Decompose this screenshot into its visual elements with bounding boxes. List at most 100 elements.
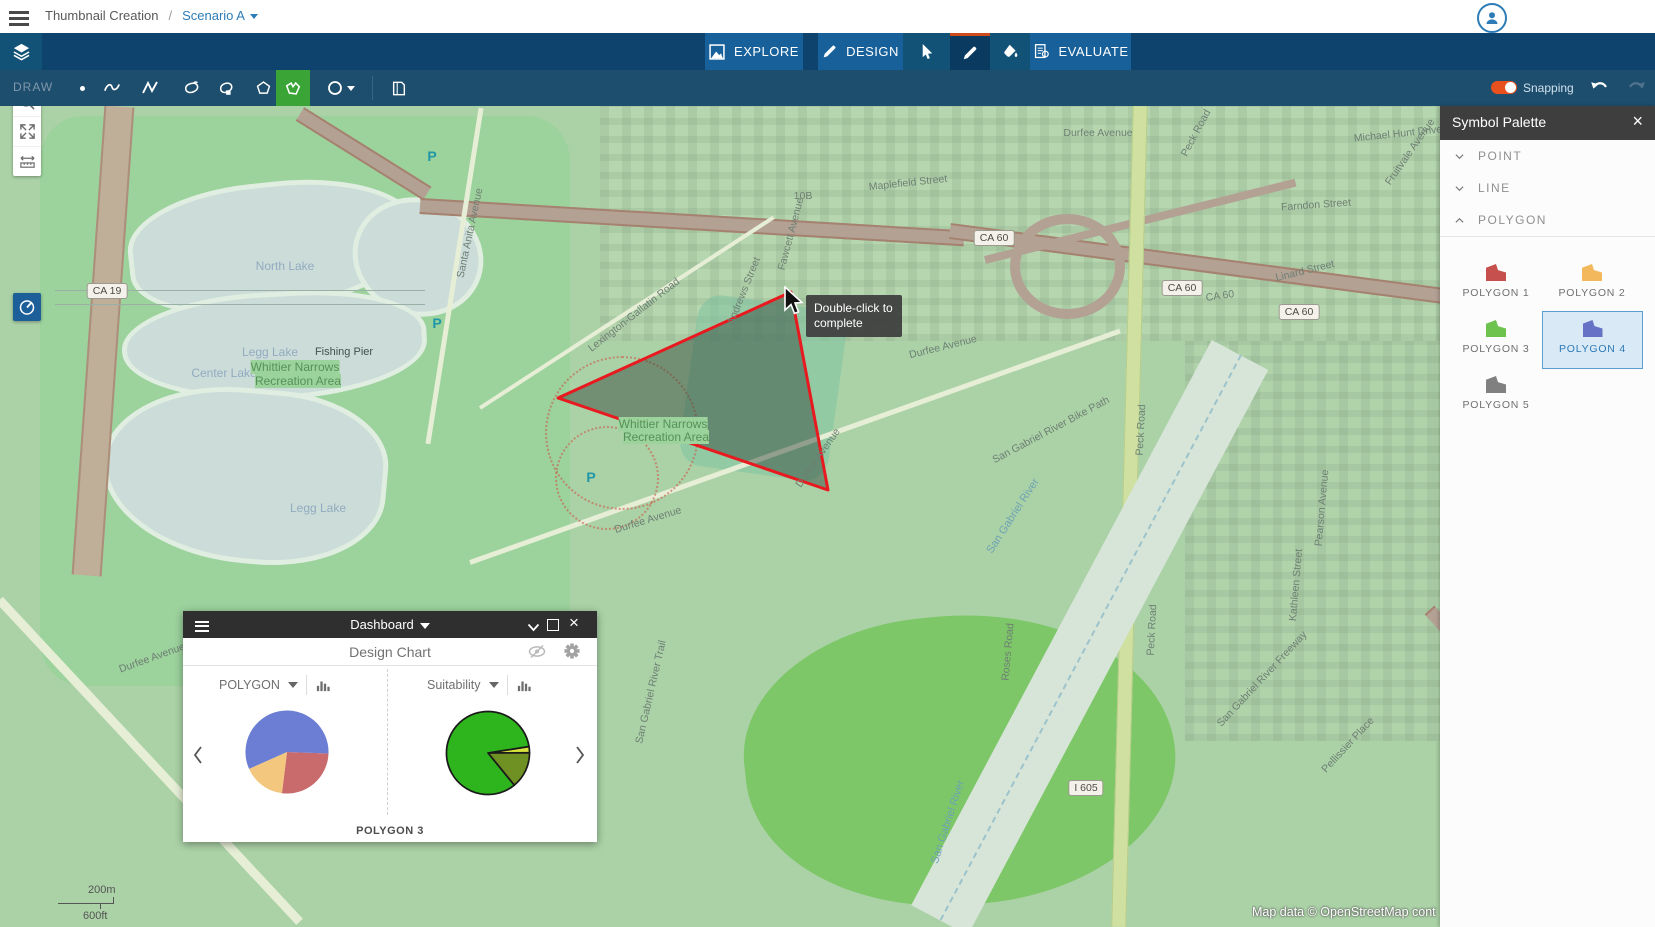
point-icon — [80, 86, 85, 91]
draw-tooltip: Double-click to complete — [806, 295, 902, 337]
fill-tool-button[interactable] — [990, 33, 1030, 70]
measure-icon[interactable] — [13, 147, 41, 176]
autocomplete-polygon-tool[interactable] — [276, 70, 310, 106]
visibility-button[interactable] — [528, 643, 546, 665]
scale-line — [58, 903, 114, 904]
main-menu-button[interactable] — [9, 8, 29, 29]
layers-panel-button[interactable] — [0, 33, 42, 70]
chart-field-selector[interactable]: POLYGON — [219, 678, 280, 692]
section-polygon[interactable]: POLYGON — [1440, 204, 1655, 237]
point-tool[interactable] — [65, 70, 99, 106]
chevron-down-icon[interactable] — [288, 682, 298, 688]
palette-title: Symbol Palette — [1452, 114, 1546, 130]
maximize-icon — [547, 619, 559, 631]
breadcrumb-project: Thumbnail Creation — [45, 8, 158, 23]
swatch-label: POLYGON 1 — [1448, 287, 1544, 299]
right-chart-header: Suitability — [427, 675, 532, 695]
gear-icon — [563, 642, 581, 660]
gauge-icon — [18, 298, 36, 316]
tab-explore[interactable]: EXPLORE — [705, 33, 803, 70]
freehand-line-tool[interactable] — [95, 70, 129, 106]
section-line[interactable]: LINE — [1440, 172, 1655, 205]
toolbar-divider — [372, 76, 373, 100]
redo-button[interactable] — [1626, 79, 1648, 97]
dashboard-titlebar[interactable]: Dashboard × — [183, 611, 597, 638]
pie-chart-suitability[interactable] — [443, 708, 533, 798]
collapse-button[interactable] — [527, 619, 540, 637]
close-button[interactable]: × — [569, 613, 579, 633]
dashboard-title[interactable]: Dashboard — [350, 617, 414, 632]
swatch-polygon-1[interactable]: POLYGON 1 — [1448, 256, 1544, 310]
swatch-label: POLYGON 5 — [1448, 399, 1544, 411]
polygon-swatch-icon — [1486, 376, 1506, 393]
map-label: San Gabriel River Trail — [633, 639, 668, 745]
person-icon — [1483, 9, 1501, 27]
bar-chart-icon[interactable] — [516, 678, 532, 692]
pentagon-icon — [255, 80, 272, 96]
snapping-toggle[interactable] — [1491, 81, 1517, 94]
draw-tool-button[interactable] — [950, 33, 990, 70]
settings-button[interactable] — [563, 642, 581, 665]
carousel-prev-button[interactable] — [191, 745, 209, 767]
eye-off-icon — [528, 643, 546, 660]
map-label: San Gabriel River Bike Path — [990, 394, 1111, 466]
explore-icon — [709, 44, 725, 60]
park-trail — [555, 426, 659, 530]
swatch-polygon-4[interactable]: POLYGON 4 — [1542, 311, 1643, 369]
chevron-left-icon — [191, 745, 205, 765]
bar-chart-icon[interactable] — [315, 678, 331, 692]
scenario-selector[interactable]: Scenario A — [182, 8, 245, 23]
dashboard-subheader: Design Chart — [183, 638, 597, 666]
carousel-next-button[interactable] — [573, 745, 591, 767]
maximize-button[interactable] — [547, 619, 559, 631]
section-point[interactable]: POINT — [1440, 140, 1655, 173]
zigzag-icon — [141, 80, 159, 96]
chevron-down-icon — [527, 623, 540, 632]
scale-tick — [100, 903, 101, 909]
swatch-label: POLYGON 2 — [1544, 287, 1640, 299]
tab-evaluate-label: EVALUATE — [1059, 44, 1129, 59]
polyline-tool[interactable] — [133, 70, 167, 106]
scale-imperial-label: 600ft — [83, 910, 107, 922]
swatch-polygon-5[interactable]: POLYGON 5 — [1448, 368, 1544, 422]
divider — [306, 675, 307, 695]
power-line — [55, 290, 425, 291]
tab-evaluate[interactable]: EVALUATE — [1030, 33, 1131, 70]
full-extent-icon[interactable] — [13, 117, 41, 147]
tab-explore-label: EXPLORE — [734, 44, 799, 59]
divider — [507, 675, 508, 695]
pencil-icon — [822, 44, 837, 59]
polygon-swatch-icon — [1583, 320, 1603, 337]
chart-field-selector[interactable]: Suitability — [427, 678, 481, 692]
chevron-down-icon — [1453, 182, 1466, 195]
undo-button[interactable] — [1590, 79, 1612, 97]
tab-design[interactable]: DESIGN — [818, 33, 903, 70]
redo-icon — [1626, 79, 1646, 94]
dashboard-toggle-button[interactable] — [13, 293, 41, 321]
scale-metric-label: 200m — [88, 884, 116, 896]
user-avatar-button[interactable] — [1477, 3, 1507, 33]
chevron-down-icon — [347, 86, 355, 91]
snapping-label: Snapping — [1523, 81, 1574, 95]
chevron-down-icon — [1453, 150, 1466, 163]
dashboard-window: Dashboard × Design Chart POLYGON Suitabi… — [183, 611, 597, 842]
select-tool-button[interactable] — [903, 33, 950, 70]
pencil-icon — [962, 45, 978, 61]
tab-design-label: DESIGN — [846, 44, 899, 59]
curve-icon — [103, 80, 121, 96]
polygon-tool[interactable] — [246, 70, 280, 106]
symbol-palette-panel: Symbol Palette × POINT LINE POLYGON POLY… — [1440, 106, 1655, 927]
lasso-polygon-tool[interactable] — [210, 70, 244, 106]
swatch-polygon-2[interactable]: POLYGON 2 — [1544, 256, 1640, 310]
swatch-polygon-3[interactable]: POLYGON 3 — [1448, 312, 1544, 366]
pie-chart-polygon[interactable] — [242, 707, 332, 797]
freehand-polygon-tool[interactable] — [175, 70, 209, 106]
circle-tool[interactable] — [318, 70, 364, 106]
chevron-down-icon[interactable] — [489, 682, 499, 688]
section-label: POINT — [1478, 149, 1522, 163]
toggle-knob — [1505, 82, 1516, 93]
notebook-icon — [391, 80, 407, 97]
sketch-layer-tool[interactable] — [382, 70, 416, 106]
chart-divider — [387, 669, 388, 815]
close-icon[interactable]: × — [1632, 111, 1643, 132]
